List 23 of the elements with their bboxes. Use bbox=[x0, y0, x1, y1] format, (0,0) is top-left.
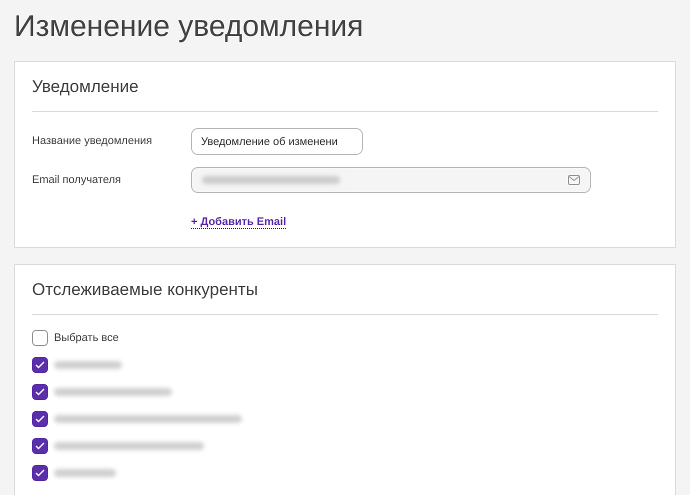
redacted-text bbox=[54, 469, 116, 477]
checkbox[interactable] bbox=[32, 438, 48, 454]
checkbox[interactable] bbox=[32, 411, 48, 427]
checkbox-label: Выбрать все bbox=[54, 330, 119, 346]
field-label: Email получателя bbox=[32, 172, 122, 188]
card-heading: Уведомление bbox=[32, 77, 139, 96]
check-icon bbox=[35, 415, 45, 423]
field-label: Название уведомления bbox=[32, 134, 154, 150]
checkbox[interactable] bbox=[32, 330, 48, 346]
checkbox[interactable] bbox=[32, 384, 48, 400]
check-icon bbox=[35, 469, 45, 477]
check-icon bbox=[35, 442, 45, 450]
card-heading: Отслеживаемые конкуренты bbox=[32, 280, 258, 299]
page-title: Изменение уведомления bbox=[14, 9, 364, 45]
check-icon bbox=[35, 388, 45, 396]
envelope-icon bbox=[568, 175, 580, 185]
add-email-link[interactable]: + Добавить Email bbox=[191, 216, 286, 229]
checkbox[interactable] bbox=[32, 357, 48, 373]
name-field[interactable]: Уведомление об изменени bbox=[191, 128, 363, 155]
redacted-text bbox=[54, 361, 122, 369]
checkbox[interactable] bbox=[32, 465, 48, 481]
check-icon bbox=[35, 361, 45, 369]
email-field[interactable] bbox=[191, 167, 591, 193]
